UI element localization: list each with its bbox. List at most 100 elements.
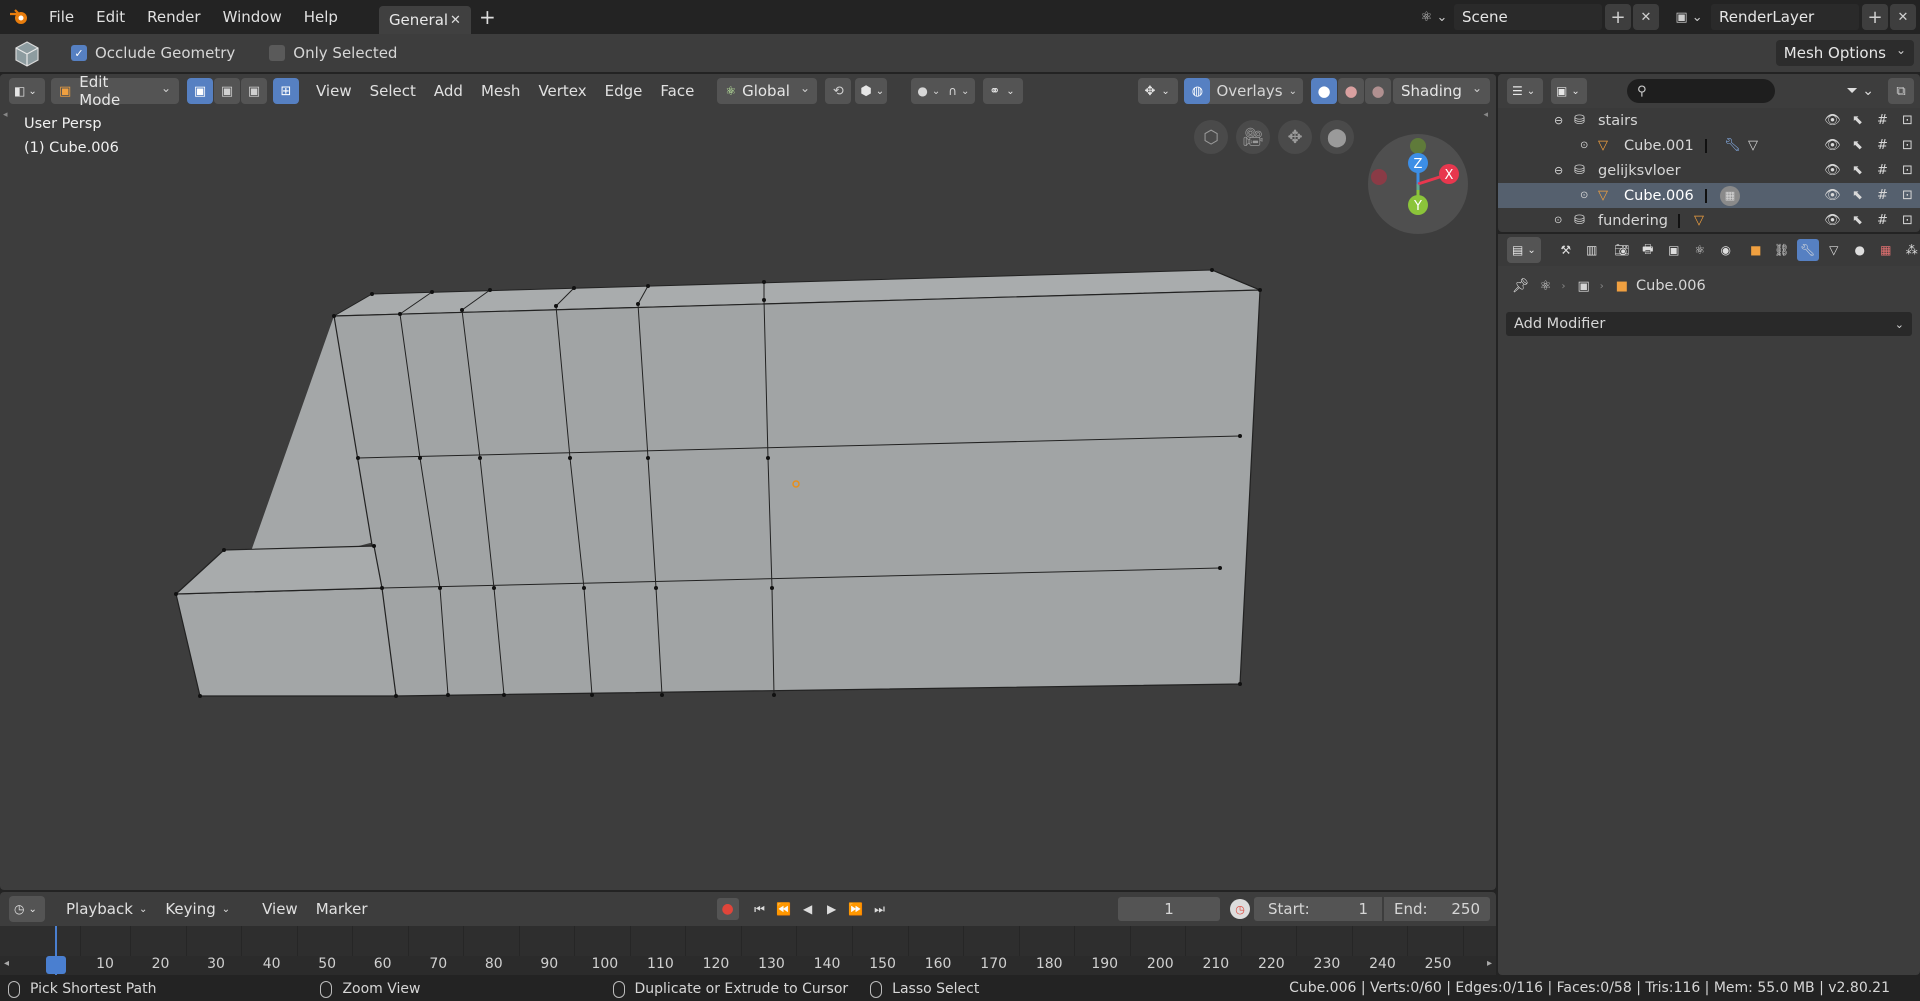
- constraints-tab-icon[interactable]: ⛓: [1771, 239, 1793, 261]
- render-disable-icon[interactable]: ⊡: [1895, 113, 1920, 128]
- checkbox-unchecked-icon[interactable]: [269, 45, 286, 61]
- workspace-tab-icon[interactable]: ▥: [1581, 239, 1603, 261]
- menu-edit[interactable]: Edit: [85, 0, 136, 34]
- viewport-disable-icon[interactable]: #: [1870, 163, 1895, 178]
- particles-tab-icon[interactable]: ⁂: [1901, 239, 1920, 261]
- scroll-right-icon[interactable]: ▸: [1487, 958, 1492, 969]
- properties-editor-type[interactable]: ▤ ⌄: [1507, 237, 1541, 263]
- current-frame-field[interactable]: 1: [1118, 897, 1220, 921]
- timeline-menu-marker[interactable]: Marker: [307, 892, 377, 926]
- menu-file[interactable]: File: [38, 0, 85, 34]
- active-tool-icon[interactable]: [9, 37, 45, 69]
- timeline-menu-keying[interactable]: Keying ⌄: [156, 892, 239, 926]
- filter-icon[interactable]: ⏷ ⌄: [1847, 83, 1874, 99]
- display-mode-dropdown[interactable]: ▣ ⌄: [1551, 78, 1587, 104]
- play-reverse-icon[interactable]: ◀: [797, 898, 819, 920]
- jump-end-icon[interactable]: ⏭: [869, 898, 891, 920]
- mesh-object-cube006[interactable]: [0, 74, 1496, 890]
- data-tab-icon[interactable]: ▽: [1823, 239, 1845, 261]
- timeline-track[interactable]: 1102030405060708090100110120130140150160…: [0, 926, 1496, 975]
- eye-icon[interactable]: 👁︎: [1820, 163, 1845, 178]
- start-frame-field[interactable]: Start: 1: [1254, 897, 1382, 921]
- timeline-editor-type[interactable]: ◷ ⌄: [9, 896, 45, 922]
- viewport-disable-icon[interactable]: #: [1870, 213, 1895, 228]
- eye-icon[interactable]: 👁︎: [1820, 138, 1845, 153]
- material-tab-icon[interactable]: ●: [1849, 239, 1871, 261]
- add-modifier-dropdown[interactable]: Add Modifier ⌄: [1506, 312, 1912, 336]
- render-tab-icon[interactable]: 📷︎: [1611, 239, 1633, 261]
- selectable-icon[interactable]: ⬉: [1845, 113, 1870, 128]
- scene-field[interactable]: Scene: [1454, 4, 1602, 30]
- output-tab-icon[interactable]: 🖶︎: [1637, 239, 1659, 261]
- jump-start-icon[interactable]: ⏮: [749, 898, 771, 920]
- new-collection-icon[interactable]: ⧉: [1888, 78, 1914, 104]
- only-selected-toggle[interactable]: Only Selected: [269, 44, 397, 62]
- render-layer-field[interactable]: RenderLayer: [1711, 4, 1859, 30]
- modifier-tab-icon[interactable]: 🔧︎: [1796, 239, 1819, 261]
- frame-grid-line: [574, 926, 576, 956]
- blender-logo-icon[interactable]: [0, 0, 38, 34]
- scene-tab-icon[interactable]: ⚛: [1689, 239, 1711, 261]
- collapse-icon[interactable]: ⊖: [1554, 164, 1563, 177]
- outliner-search-input[interactable]: [1650, 83, 1761, 99]
- new-render-layer-button[interactable]: +: [1862, 4, 1888, 30]
- new-scene-button[interactable]: +: [1605, 4, 1631, 30]
- pin-icon[interactable]: 📌︎: [1512, 278, 1530, 294]
- occlude-geometry-toggle[interactable]: ✓ Occlude Geometry: [71, 44, 235, 62]
- menu-window[interactable]: Window: [212, 0, 293, 34]
- 3d-viewport[interactable]: ◧⌄ ▣Edit Mode ▣ ▣ ▣ ⊞ ViewSelectAddMeshV…: [0, 74, 1496, 890]
- eye-icon[interactable]: 👁︎: [1820, 188, 1845, 203]
- selectable-icon[interactable]: ⬉: [1845, 138, 1870, 153]
- timeline-menu-playback[interactable]: Playback ⌄: [57, 892, 156, 926]
- render-layer-icon[interactable]: ▣ ⌄: [1667, 10, 1711, 25]
- close-icon[interactable]: ✕: [450, 13, 461, 28]
- outliner-search[interactable]: ⚲: [1627, 79, 1775, 103]
- jump-keyframe-forward-icon[interactable]: ⏩: [845, 898, 867, 920]
- tab-general[interactable]: General ✕: [378, 6, 471, 34]
- outliner-row-gelijksvloer[interactable]: ⊖ ⛁ gelijksvloer 👁︎ ⬉ # ⊡: [1498, 158, 1920, 183]
- end-frame-field[interactable]: End: 250: [1384, 897, 1490, 921]
- eye-icon[interactable]: 👁︎: [1820, 113, 1845, 128]
- expand-icon[interactable]: ⊙: [1580, 190, 1588, 201]
- selectable-icon[interactable]: ⬉: [1845, 163, 1870, 178]
- eye-icon[interactable]: 👁︎: [1820, 213, 1845, 228]
- world-tab-icon[interactable]: ◉: [1715, 239, 1737, 261]
- outliner-row-cube006[interactable]: ⊙ ▽ Cube.006 ▦ 👁︎ ⬉ # ⊡: [1498, 183, 1920, 208]
- collapse-icon[interactable]: ⊖: [1554, 114, 1563, 127]
- timeline-menu-view[interactable]: View: [253, 892, 307, 926]
- outliner-editor-type[interactable]: ☰ ⌄: [1507, 78, 1543, 104]
- tool-tab-icon[interactable]: ⚒: [1555, 239, 1577, 261]
- render-disable-icon[interactable]: ⊡: [1895, 163, 1920, 178]
- object-tab-icon[interactable]: ■: [1745, 239, 1767, 261]
- render-disable-icon[interactable]: ⊡: [1895, 213, 1920, 228]
- delete-scene-button[interactable]: ✕: [1633, 4, 1659, 30]
- menu-help[interactable]: Help: [293, 0, 349, 34]
- add-workspace-icon[interactable]: +: [479, 5, 496, 29]
- view-layer-tab-icon[interactable]: ▣: [1663, 239, 1685, 261]
- checkbox-checked-icon[interactable]: ✓: [71, 45, 87, 61]
- selectable-icon[interactable]: ⬉: [1845, 188, 1870, 203]
- viewport-disable-icon[interactable]: #: [1870, 138, 1895, 153]
- expand-icon[interactable]: ⊙: [1580, 140, 1588, 151]
- viewport-disable-icon[interactable]: #: [1870, 113, 1895, 128]
- selectable-icon[interactable]: ⬉: [1845, 213, 1870, 228]
- play-icon[interactable]: ▶: [821, 898, 843, 920]
- menu-render[interactable]: Render: [136, 0, 211, 34]
- scroll-left-icon[interactable]: ◂: [4, 958, 9, 969]
- preview-range-icon[interactable]: ◷: [1230, 899, 1250, 919]
- render-disable-icon[interactable]: ⊡: [1895, 138, 1920, 153]
- mesh-options-dropdown[interactable]: Mesh Options: [1775, 40, 1914, 66]
- delete-render-layer-button[interactable]: ✕: [1890, 4, 1916, 30]
- viewport-disable-icon[interactable]: #: [1870, 188, 1895, 203]
- record-icon[interactable]: ●: [716, 898, 739, 920]
- scene-type-icon[interactable]: ⚛ ⌄: [1414, 10, 1454, 25]
- outliner-row-fundering[interactable]: ⊙ ⛁ fundering ▽ 👁︎ ⬉ # ⊡: [1498, 208, 1920, 232]
- jump-keyframe-back-icon[interactable]: ⏪: [773, 898, 795, 920]
- outliner-row-stairs[interactable]: ⊖ ⛁ stairs 👁︎ ⬉ # ⊡: [1498, 108, 1920, 133]
- outliner-row-cube001[interactable]: ⊙ ▽ Cube.001 🔧︎ ▽ 👁︎ ⬉ # ⊡: [1498, 133, 1920, 158]
- texture-tab-icon[interactable]: ▦: [1875, 239, 1897, 261]
- render-disable-icon[interactable]: ⊡: [1895, 188, 1920, 203]
- expand-icon[interactable]: ⊙: [1554, 215, 1562, 226]
- current-frame-marker[interactable]: [46, 956, 66, 974]
- frame-ruler[interactable]: 1102030405060708090100110120130140150160…: [0, 956, 1496, 975]
